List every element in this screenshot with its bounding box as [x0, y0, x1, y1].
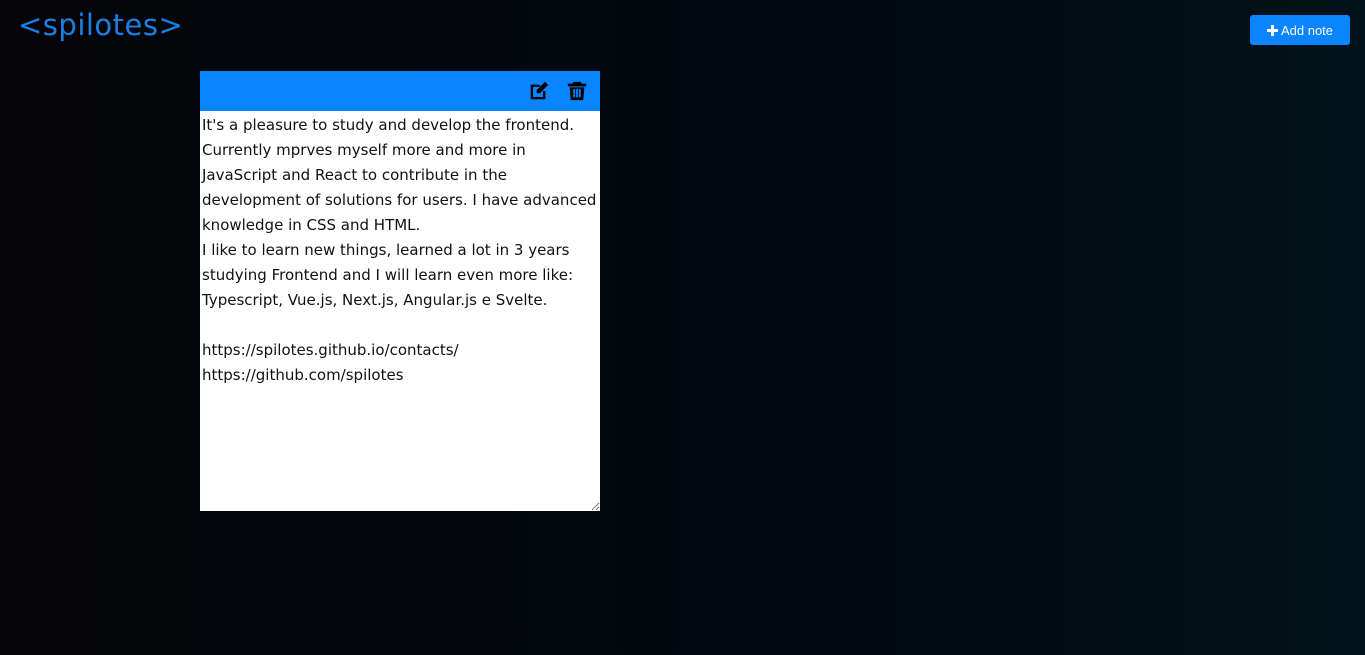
add-note-label: Add note [1280, 22, 1334, 38]
note-card [200, 71, 600, 511]
edit-icon[interactable] [528, 80, 550, 102]
note-textarea[interactable] [200, 111, 600, 511]
add-note-button[interactable]: Add note [1250, 15, 1350, 45]
logo: <spilotes> [18, 8, 184, 42]
plus-icon [1266, 24, 1278, 36]
trash-icon[interactable] [566, 80, 588, 102]
note-header [200, 71, 600, 111]
